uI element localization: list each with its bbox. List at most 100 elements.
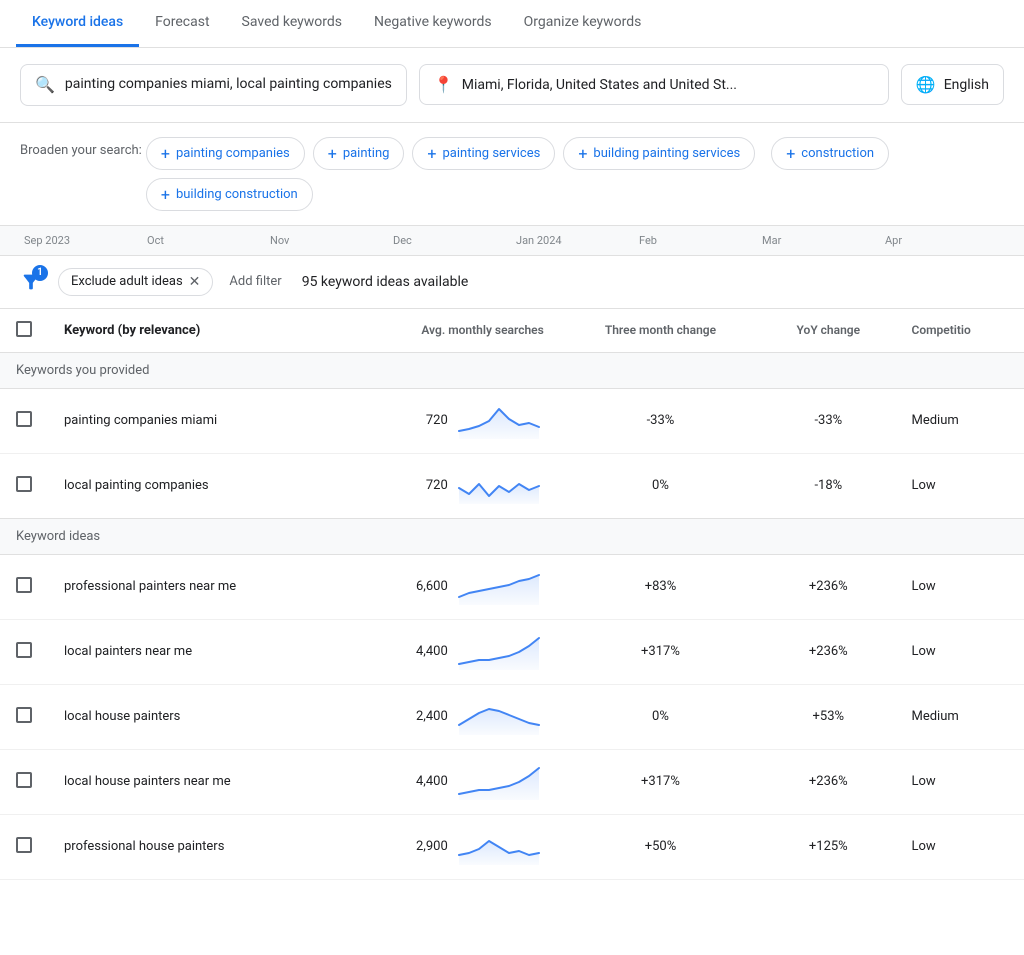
filter-close-icon[interactable]: ✕ xyxy=(189,274,201,290)
tab-forecast[interactable]: Forecast xyxy=(139,0,225,47)
broaden-search-area: Broaden your search: + painting companie… xyxy=(0,123,1024,226)
col-keyword[interactable]: Keyword (by relevance) xyxy=(48,309,335,353)
axis-label-sep: Sep 2023 xyxy=(20,234,143,247)
yoy-change-cell: +236% xyxy=(761,749,895,814)
sparkline-chart xyxy=(454,632,544,672)
yoy-change-cell: +236% xyxy=(761,554,895,619)
tab-keyword-ideas[interactable]: Keyword ideas xyxy=(16,0,139,47)
col-competition[interactable]: Competitio xyxy=(895,309,1024,353)
three-month-change-cell: +83% xyxy=(560,554,761,619)
timeline-axis: Sep 2023 Oct Nov Dec Jan 2024 Feb Mar Ap… xyxy=(0,226,1024,256)
row-checkbox[interactable] xyxy=(16,707,32,723)
chip-construction[interactable]: + construction xyxy=(771,137,889,170)
chip-label: painting companies xyxy=(176,146,290,161)
row-select-cell[interactable] xyxy=(0,388,48,453)
tab-negative-keywords[interactable]: Negative keywords xyxy=(358,0,508,47)
sparkline-chart xyxy=(454,466,544,506)
three-month-change-cell: +317% xyxy=(560,749,761,814)
sparkline-chart xyxy=(454,827,544,867)
exclude-adult-filter[interactable]: Exclude adult ideas ✕ xyxy=(58,268,213,296)
chip-plus-icon: + xyxy=(786,144,795,163)
avg-monthly-value: 4,400 xyxy=(416,774,448,789)
row-checkbox[interactable] xyxy=(16,642,32,658)
col-select[interactable] xyxy=(0,309,48,353)
tab-saved-keywords[interactable]: Saved keywords xyxy=(226,0,358,47)
language-icon: 🌐 xyxy=(916,75,936,94)
sparkline-chart xyxy=(454,762,544,802)
row-select-cell[interactable] xyxy=(0,554,48,619)
table-row: local painting companies7200%-18%Low xyxy=(0,453,1024,518)
chip-label: building construction xyxy=(176,187,298,202)
row-select-cell[interactable] xyxy=(0,619,48,684)
three-month-change-cell: +317% xyxy=(560,619,761,684)
keyword-table-wrapper: Keyword (by relevance) Avg. monthly sear… xyxy=(0,309,1024,880)
competition-cell: Low xyxy=(895,453,1024,518)
chip-building-painting-services[interactable]: + building painting services xyxy=(563,137,755,170)
yoy-change-cell: +53% xyxy=(761,684,895,749)
competition-cell: Low xyxy=(895,749,1024,814)
row-checkbox[interactable] xyxy=(16,837,32,853)
yoy-change-cell: -33% xyxy=(761,388,895,453)
avg-monthly-cell: 6,600 xyxy=(335,554,560,619)
row-select-cell[interactable] xyxy=(0,814,48,879)
col-yoy[interactable]: YoY change xyxy=(761,309,895,353)
language-text: English xyxy=(944,77,989,93)
yoy-change-cell: -18% xyxy=(761,453,895,518)
avg-monthly-cell: 4,400 xyxy=(335,619,560,684)
three-month-change-cell: 0% xyxy=(560,684,761,749)
chip-plus-icon: + xyxy=(427,144,436,163)
avg-monthly-cell: 720 xyxy=(335,453,560,518)
chip-plus-icon: + xyxy=(161,144,170,163)
search-box[interactable]: 🔍 painting companies miami, local painti… xyxy=(20,64,407,106)
keyword-cell: local house painters xyxy=(48,684,335,749)
chip-plus-icon: + xyxy=(328,144,337,163)
chip-painting[interactable]: + painting xyxy=(313,137,405,170)
sparkline-chart xyxy=(454,567,544,607)
chip-label: painting services xyxy=(443,146,541,161)
table-row: professional painters near me6,600+83%+2… xyxy=(0,554,1024,619)
avg-monthly-cell: 2,400 xyxy=(335,684,560,749)
chip-painting-companies[interactable]: + painting companies xyxy=(146,137,305,170)
yoy-change-cell: +125% xyxy=(761,814,895,879)
row-checkbox[interactable] xyxy=(16,772,32,788)
search-icon: 🔍 xyxy=(35,75,55,94)
axis-label-feb: Feb xyxy=(635,234,758,247)
col-three-month[interactable]: Three month change xyxy=(560,309,761,353)
location-icon: 📍 xyxy=(434,75,454,94)
section-header-row: Keyword ideas xyxy=(0,518,1024,554)
chip-building-construction[interactable]: + building construction xyxy=(146,178,313,211)
language-box[interactable]: 🌐 English xyxy=(901,64,1004,105)
chip-label: construction xyxy=(801,146,874,161)
add-filter-button[interactable]: Add filter xyxy=(229,274,281,289)
row-checkbox[interactable] xyxy=(16,577,32,593)
tab-organize-keywords[interactable]: Organize keywords xyxy=(508,0,658,47)
axis-label-apr: Apr xyxy=(881,234,1004,247)
chip-plus-icon: + xyxy=(578,144,587,163)
row-select-cell[interactable] xyxy=(0,684,48,749)
row-select-cell[interactable] xyxy=(0,749,48,814)
broaden-chips: + painting companies + painting + painti… xyxy=(146,137,1004,211)
col-avg-monthly[interactable]: Avg. monthly searches xyxy=(335,309,560,353)
filter-badge: 1 xyxy=(32,265,48,281)
avg-monthly-cell: 4,400 xyxy=(335,749,560,814)
row-select-cell[interactable] xyxy=(0,453,48,518)
filter-icon-wrapper[interactable]: 1 xyxy=(20,271,42,293)
avg-monthly-value: 2,900 xyxy=(416,839,448,854)
location-text: Miami, Florida, United States and United… xyxy=(462,77,737,93)
chip-painting-services[interactable]: + painting services xyxy=(412,137,555,170)
avg-monthly-value: 2,400 xyxy=(416,709,448,724)
keyword-cell: painting companies miami xyxy=(48,388,335,453)
search-box-text: painting companies miami, local painting… xyxy=(65,75,392,95)
row-checkbox[interactable] xyxy=(16,476,32,492)
location-box[interactable]: 📍 Miami, Florida, United States and Unit… xyxy=(419,64,889,105)
table-row: painting companies miami720-33%-33%Mediu… xyxy=(0,388,1024,453)
row-checkbox[interactable] xyxy=(16,411,32,427)
competition-cell: Low xyxy=(895,554,1024,619)
competition-cell: Low xyxy=(895,814,1024,879)
sparkline-chart xyxy=(454,697,544,737)
keyword-cell: professional painters near me xyxy=(48,554,335,619)
table-row: professional house painters2,900+50%+125… xyxy=(0,814,1024,879)
three-month-change-cell: 0% xyxy=(560,453,761,518)
select-all-checkbox[interactable] xyxy=(16,321,32,337)
filter-bar: 1 Exclude adult ideas ✕ Add filter 95 ke… xyxy=(0,256,1024,309)
